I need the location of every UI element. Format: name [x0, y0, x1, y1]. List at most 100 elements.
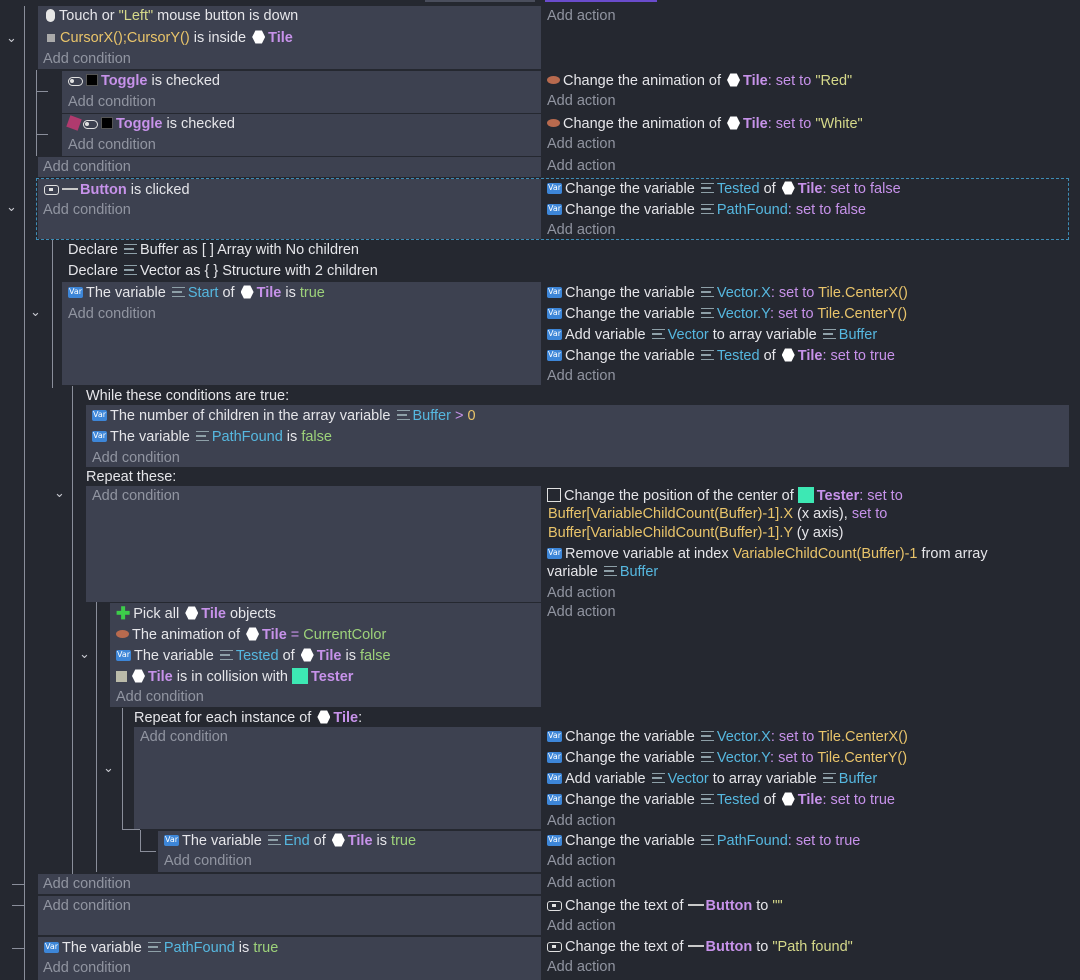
- condition-pathfound-true[interactable]: The variable PathFound is true: [44, 938, 278, 958]
- action-set-vector-x[interactable]: Change the variable Vector.X: set to Til…: [547, 283, 908, 303]
- condition-toggle-checked[interactable]: Toggle is checked: [68, 71, 220, 91]
- condition-touch-mouse[interactable]: Touch or "Left" mouse button is down: [44, 6, 298, 26]
- tile-object-icon: [246, 627, 260, 641]
- event-3-actions: Change the animation of Tile: set to "Wh…: [541, 114, 1071, 156]
- collapse-chevron-icon[interactable]: ⌄: [54, 486, 65, 500]
- pick-event-conditions[interactable]: ✚ Pick all Tile objects The animation of …: [110, 603, 541, 707]
- condition-start-true[interactable]: The variable Start of Tile is true: [68, 283, 325, 303]
- text-event-actions: Change the text of Button to "" Add acti…: [541, 896, 1071, 935]
- add-condition-link[interactable]: Add condition: [68, 135, 156, 155]
- add-action-link[interactable]: Add action: [547, 156, 616, 176]
- action-add-vector-to-buffer[interactable]: Add variable Vector to array variable Bu…: [547, 325, 877, 345]
- button-icon: [547, 942, 562, 952]
- action-remove-from-buffer[interactable]: Remove variable at index VariableChildCo…: [547, 544, 988, 564]
- add-condition-link[interactable]: Add condition: [92, 448, 180, 468]
- event-2-conditions[interactable]: Toggle is checked Add condition: [62, 71, 541, 113]
- action-set-vector-x[interactable]: Change the variable Vector.X: set to Til…: [547, 727, 908, 747]
- add-action-link[interactable]: Add action: [547, 134, 616, 154]
- action-clear-button-text[interactable]: Change the text of Button to "": [547, 896, 783, 916]
- event-1-actions: Add action: [541, 6, 1071, 69]
- condition-animation-current-color[interactable]: The animation of Tile = CurrentColor: [116, 625, 386, 645]
- add-action-link[interactable]: Add action: [547, 957, 616, 977]
- add-action-link[interactable]: Add action: [547, 851, 616, 871]
- add-condition-link[interactable]: Add condition: [43, 874, 131, 894]
- add-condition-link[interactable]: Add condition: [164, 851, 252, 871]
- action-change-animation-red[interactable]: Change the animation of Tile: set to "Re…: [547, 71, 852, 91]
- end-event-actions: Change the variable PathFound: set to tr…: [541, 831, 1071, 872]
- repeat-event-conditions[interactable]: Add condition: [86, 486, 541, 602]
- empty-event-2-actions: Add action: [541, 874, 1071, 894]
- condition-tested-false[interactable]: The variable Tested of Tile is false: [116, 646, 391, 666]
- action-set-vector-y[interactable]: Change the variable Vector.Y: set to Til…: [547, 748, 907, 768]
- button-object-icon: [687, 904, 704, 906]
- empty-event-2-conditions[interactable]: Add condition: [38, 874, 541, 894]
- condition-cursor-inside[interactable]: CursorX();CursorY() is inside Tile: [44, 28, 293, 48]
- variable-icon: [547, 751, 562, 763]
- add-condition-link[interactable]: Add condition: [116, 687, 204, 707]
- condition-buffer-children-count[interactable]: The number of children in the array vari…: [92, 406, 476, 426]
- event-1-conditions[interactable]: Touch or "Left" mouse button is down Cur…: [38, 6, 541, 69]
- collapse-chevron-icon[interactable]: ⌄: [30, 305, 41, 319]
- add-condition-link[interactable]: Add condition: [68, 304, 156, 324]
- gutter-line: [24, 6, 25, 980]
- object-variable-icon: [700, 350, 714, 360]
- collapse-chevron-icon[interactable]: ⌄: [79, 647, 90, 661]
- declare-vector[interactable]: Declare Vector as { } Structure with 2 c…: [68, 261, 378, 281]
- mouse-icon: [46, 9, 55, 22]
- action-set-vector-y[interactable]: Change the variable Vector.Y: set to Til…: [547, 304, 907, 324]
- pathfound-event-conditions[interactable]: The variable PathFound is true Add condi…: [38, 937, 541, 980]
- add-action-link[interactable]: Add action: [547, 91, 616, 111]
- add-action-link[interactable]: Add action: [547, 873, 616, 893]
- add-action-link[interactable]: Add action: [547, 602, 616, 622]
- while-conditions[interactable]: The number of children in the array vari…: [86, 405, 1069, 467]
- empty-event-conditions[interactable]: Add condition: [38, 157, 541, 177]
- condition-not-toggle-checked[interactable]: Toggle is checked: [66, 114, 235, 134]
- action-set-tested-true[interactable]: Change the variable Tested of Tile: set …: [547, 790, 895, 810]
- scene-variable-icon: [147, 942, 161, 952]
- gutter-line: [96, 602, 97, 872]
- add-action-link[interactable]: Add action: [547, 6, 616, 26]
- event-5-conditions[interactable]: The variable Start of Tile is true Add c…: [62, 282, 541, 385]
- variable-icon: [44, 941, 59, 953]
- end-event-conditions[interactable]: The variable End of Tile is true Add con…: [158, 831, 541, 872]
- action-add-vector-to-buffer[interactable]: Add variable Vector to array variable Bu…: [547, 769, 877, 789]
- gutter-line: [36, 70, 37, 156]
- toggle-object-icon: [86, 74, 98, 86]
- add-condition-link[interactable]: Add condition: [43, 49, 131, 69]
- while-title: While these conditions are true:: [86, 388, 290, 404]
- add-action-link[interactable]: Add action: [547, 916, 616, 936]
- add-action-link[interactable]: Add action: [547, 366, 616, 386]
- condition-pathfound-false[interactable]: The variable PathFound is false: [92, 427, 332, 447]
- condition-pick-all-tiles[interactable]: ✚ Pick all Tile objects: [116, 604, 276, 624]
- declare-buffer[interactable]: Declare Buffer as [ ] Array with No chil…: [68, 240, 359, 260]
- variable-icon: [68, 286, 83, 298]
- variable-icon: [547, 834, 562, 846]
- add-condition-link[interactable]: Add condition: [68, 92, 156, 112]
- add-condition-link[interactable]: Add condition: [92, 486, 180, 506]
- action-change-animation-white[interactable]: Change the animation of Tile: set to "Wh…: [547, 114, 863, 134]
- variable-icon: [547, 286, 562, 298]
- condition-end-true[interactable]: The variable End of Tile is true: [164, 831, 416, 851]
- text-event-conditions[interactable]: Add condition: [38, 896, 541, 935]
- variable-icon: [547, 307, 562, 319]
- action-set-pathfound-true[interactable]: Change the variable PathFound: set to tr…: [547, 831, 860, 851]
- collapse-chevron-icon[interactable]: ⌄: [6, 31, 17, 45]
- variable-icon: [116, 649, 131, 661]
- gutter-line: [12, 884, 24, 885]
- invert-icon: [66, 115, 82, 131]
- add-condition-link[interactable]: Add condition: [43, 896, 131, 916]
- add-action-link[interactable]: Add action: [547, 811, 616, 831]
- add-action-link[interactable]: Add action: [547, 583, 616, 603]
- collapse-chevron-icon[interactable]: ⌄: [103, 761, 114, 775]
- add-condition-link[interactable]: Add condition: [140, 727, 228, 747]
- pick-event-actions: Add action: [541, 603, 1071, 707]
- for-each-conditions[interactable]: Add condition: [134, 727, 541, 829]
- add-condition-link[interactable]: Add condition: [43, 958, 131, 978]
- action-position-tester[interactable]: Change the position of the center of Tes…: [547, 486, 903, 506]
- action-set-tested-true[interactable]: Change the variable Tested of Tile: set …: [547, 346, 895, 366]
- action-set-button-text-path-found[interactable]: Change the text of Button to "Path found…: [547, 937, 853, 957]
- add-condition-link[interactable]: Add condition: [43, 157, 131, 177]
- condition-collision-with-tester[interactable]: Tile is in collision with Tester: [116, 667, 353, 687]
- event-3-conditions[interactable]: Toggle is checked Add condition: [62, 114, 541, 156]
- collapse-chevron-icon[interactable]: ⌄: [6, 200, 17, 214]
